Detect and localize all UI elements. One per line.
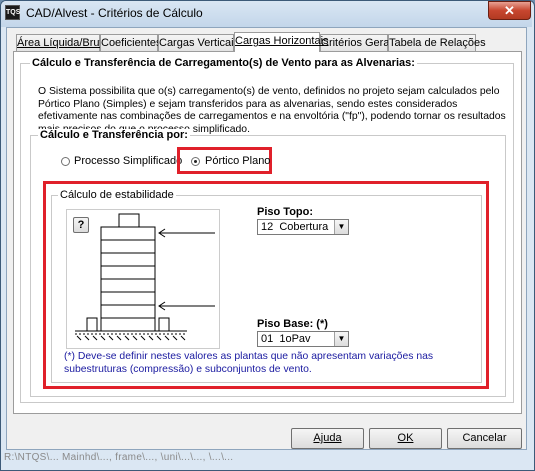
chevron-down-icon[interactable]: ▼ — [334, 332, 348, 346]
tab-label: Tabela de Relações — [389, 37, 486, 49]
cancel-button-label: Cancelar — [462, 432, 507, 444]
calc-group-title: Cálculo e Transferência por: — [38, 129, 190, 141]
help-button-label: Ajuda — [313, 432, 342, 444]
building-elevation-figure — [75, 213, 215, 341]
close-button[interactable]: ✕ — [488, 1, 531, 20]
piso-topo-label: Piso Topo: — [257, 206, 314, 218]
tab-tabela-de-relacoes[interactable]: Tabela de Relações — [388, 34, 486, 51]
tab-label: Área Líquida/Bruta — [17, 37, 109, 49]
radio-label-portico-plano[interactable]: Pórtico Plano — [205, 155, 270, 167]
cancel-button[interactable]: Cancelar — [447, 428, 522, 449]
help-diagram-button[interactable]: ? — [73, 217, 89, 233]
help-button[interactable]: Ajuda — [291, 428, 364, 449]
window-title: CAD/Alvest - Critérios de Cálculo — [26, 6, 203, 20]
tab-cargas-horizontais[interactable]: Cargas Horizontais — [234, 32, 329, 52]
tab-label: Cargas Horizontais — [235, 35, 329, 47]
piso-topo-select[interactable]: 12 Cobertura ▼ — [257, 219, 349, 235]
radio-portico-plano[interactable] — [191, 157, 200, 166]
ok-button-label: OK — [397, 432, 414, 444]
stability-title: Cálculo de estabilidade — [58, 189, 176, 201]
piso-base-select[interactable]: 01 1oPav ▼ — [257, 331, 349, 347]
app-icon: TQS — [5, 5, 20, 20]
ok-button[interactable]: OK — [369, 428, 442, 449]
section-title: Cálculo e Transferência de Carregamento(… — [30, 57, 417, 69]
tab-cargas-verticais[interactable]: Cargas Verticais — [158, 34, 239, 51]
piso-base-value: 01 1oPav — [261, 333, 311, 345]
radio-label-processo-simplificado[interactable]: Processo Simplificado — [74, 155, 182, 167]
tab-area-liquida-bruta[interactable]: Área Líquida/Bruta — [16, 34, 109, 51]
building-diagram — [66, 209, 220, 349]
chevron-down-icon[interactable]: ▼ — [334, 220, 348, 234]
tab-label: Critérios Gerais — [321, 37, 398, 49]
tab-label: Coeficientes — [101, 37, 162, 49]
piso-topo-value: 12 Cobertura — [261, 221, 329, 233]
tab-coeficientes[interactable]: Coeficientes — [100, 34, 162, 51]
stability-note: (*) Deve-se definir nestes valores as pl… — [64, 351, 434, 375]
status-text: R:\NTQS\... Mainhd\..., frame\..., \uni\… — [4, 452, 234, 463]
tab-criterios-gerais[interactable]: Critérios Gerais — [320, 34, 397, 51]
piso-base-label: Piso Base: (*) — [257, 318, 328, 330]
tab-label: Cargas Verticais — [159, 37, 240, 49]
radio-processo-simplificado[interactable] — [61, 157, 70, 166]
